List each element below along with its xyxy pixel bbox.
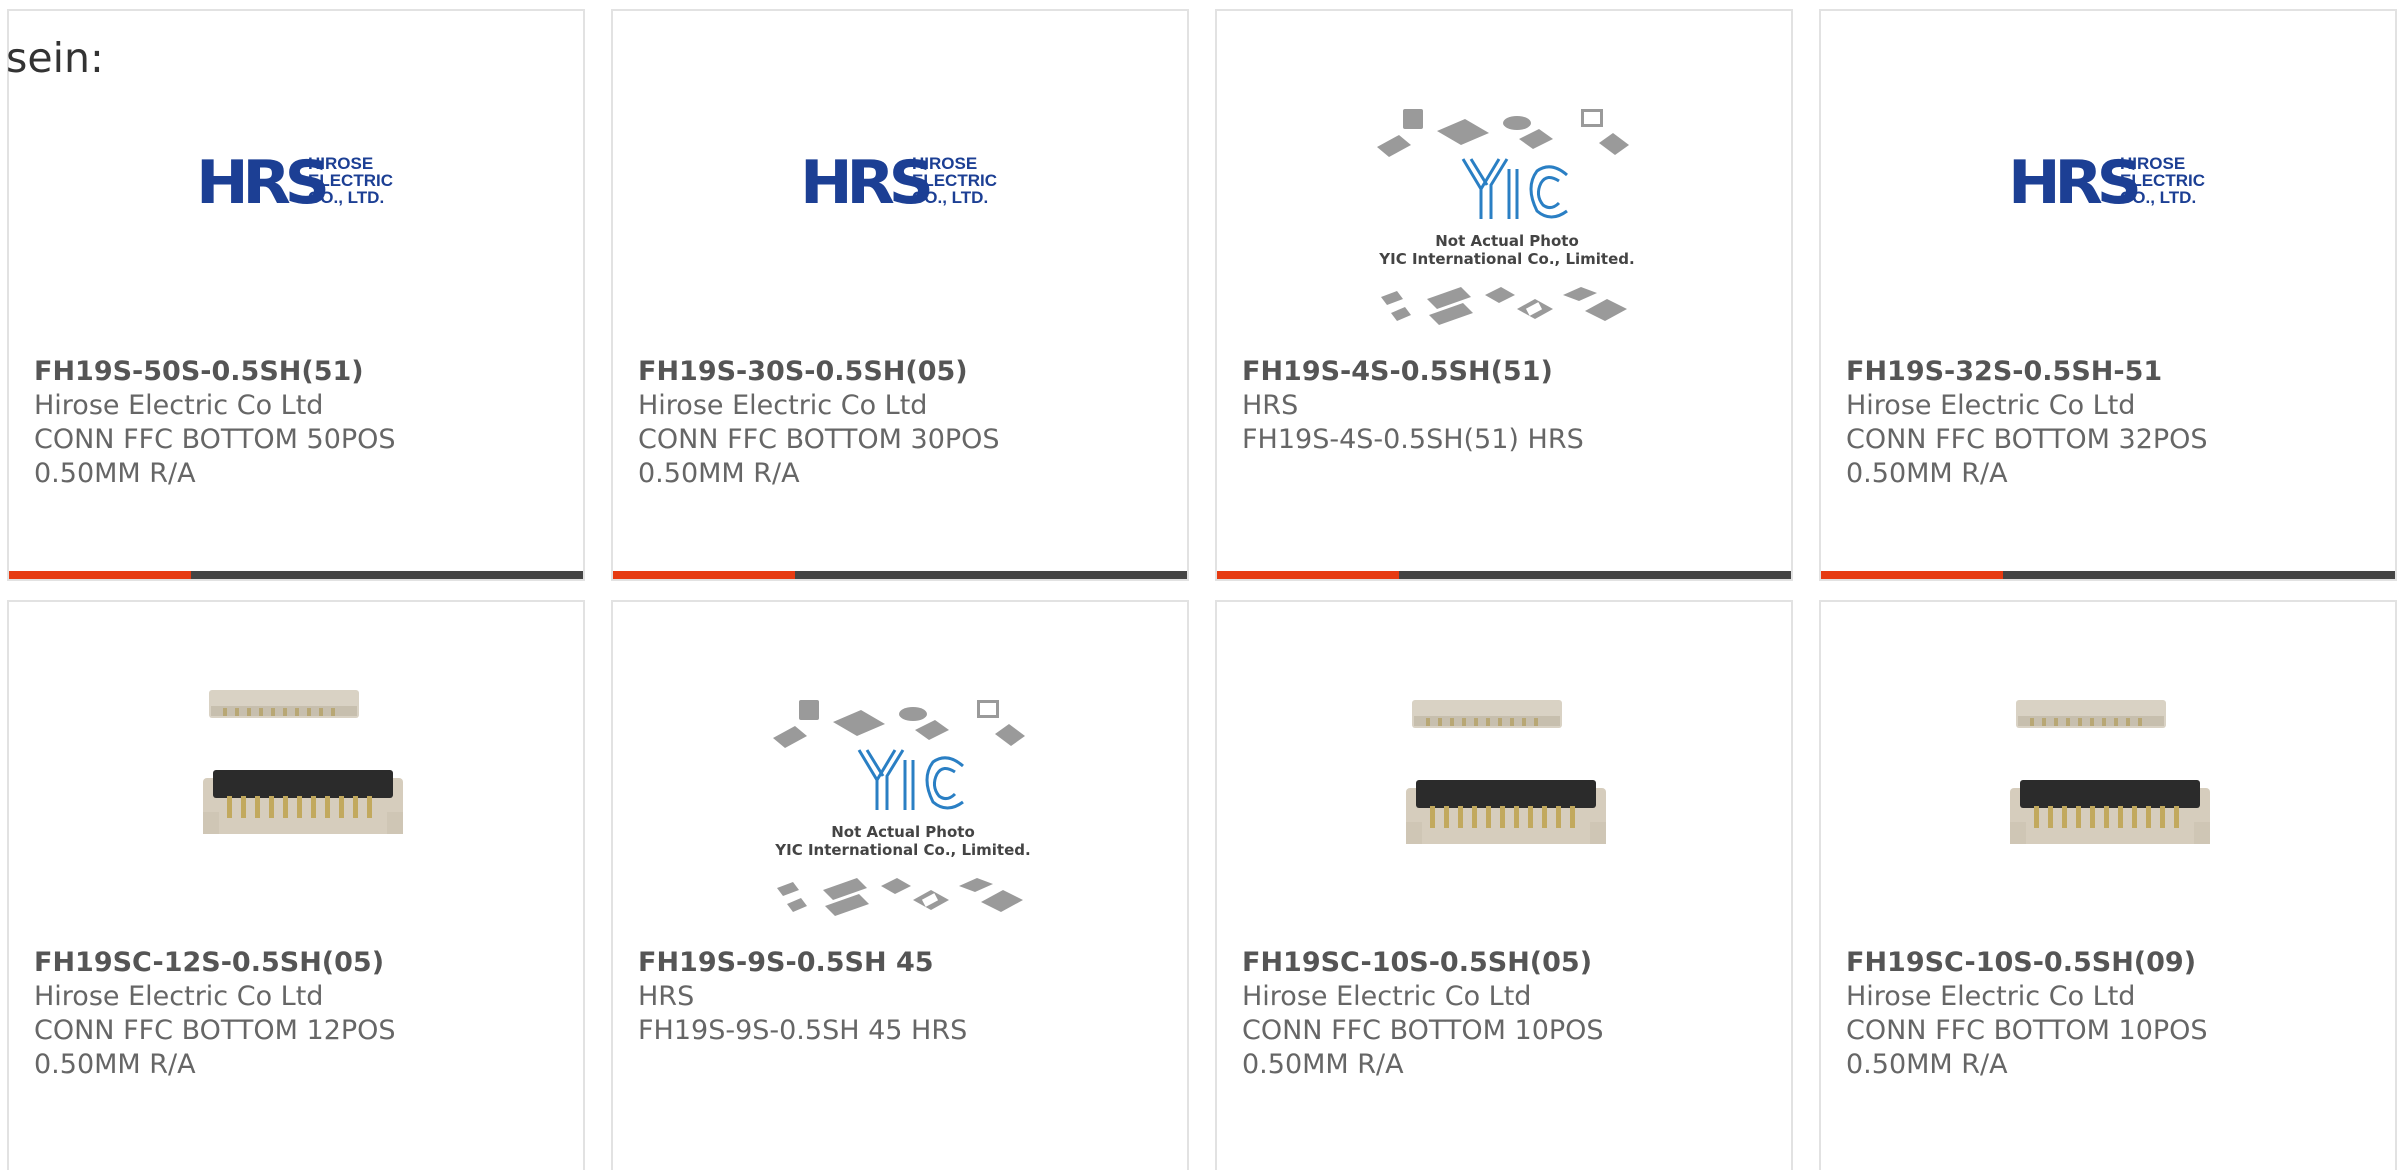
part-number[interactable]: FH19S-50S-0.5SH(51) [34, 355, 563, 389]
product-card[interactable]: FH19SC-12S-0.5SH(05) Hirose Electric Co … [7, 600, 585, 1170]
product-card[interactable]: HRS HIROSE ELECTRIC CO., LTD. FH19S-32S-… [1819, 9, 2397, 581]
description-cont: 0.50MM R/A [34, 458, 196, 489]
description-cont: 0.50MM R/A [1242, 1049, 1404, 1080]
hirose-logo: HRS HIROSE ELECTRIC CO., LTD. [800, 148, 997, 218]
svg-text:Not Actual Photo: Not Actual Photo [1435, 232, 1579, 250]
svg-text:YIC International Co., Limited: YIC International Co., Limited. [774, 841, 1030, 859]
product-image[interactable]: HRS HIROSE ELECTRIC CO., LTD. [1821, 11, 2395, 351]
product-info: FH19SC-10S-0.5SH(09) Hirose Electric Co … [1846, 946, 2375, 1082]
connector-photo [203, 690, 403, 834]
card-accent-bar [1821, 571, 2395, 579]
manufacturer: Hirose Electric Co Ltd [34, 390, 324, 421]
product-card[interactable]: HRS HIROSE ELECTRIC CO., LTD. FH19S-50S-… [7, 9, 585, 581]
description-cont: 0.50MM R/A [638, 458, 800, 489]
description: CONN FFC BOTTOM 10POS [1846, 1015, 2208, 1046]
part-number[interactable]: FH19S-30S-0.5SH(05) [638, 355, 1167, 389]
manufacturer: Hirose Electric Co Ltd [1846, 981, 2136, 1012]
product-image[interactable] [9, 602, 583, 942]
product-card[interactable]: FH19SC-10S-0.5SH(09) Hirose Electric Co … [1819, 600, 2397, 1170]
product-card[interactable]: HRS HIROSE ELECTRIC CO., LTD. FH19S-30S-… [611, 9, 1189, 581]
description: CONN FFC BOTTOM 32POS [1846, 424, 2208, 455]
description: FH19S-9S-0.5SH 45 HRS [638, 1015, 968, 1046]
product-image[interactable]: Not Actual Photo YIC International Co., … [1217, 11, 1791, 351]
part-number[interactable]: FH19SC-12S-0.5SH(05) [34, 946, 563, 980]
yic-placeholder-image: Not Actual Photo YIC International Co., … [1377, 109, 1635, 325]
description-cont: 0.50MM R/A [1846, 458, 2008, 489]
product-info: FH19S-50S-0.5SH(51) Hirose Electric Co L… [34, 355, 563, 491]
part-number[interactable]: FH19SC-10S-0.5SH(05) [1242, 946, 1771, 980]
product-image[interactable] [1217, 602, 1791, 942]
connector-photo [2010, 700, 2210, 844]
card-accent-bar [613, 571, 1187, 579]
part-number[interactable]: FH19S-32S-0.5SH-51 [1846, 355, 2375, 389]
description: FH19S-4S-0.5SH(51) HRS [1242, 424, 1584, 455]
description: CONN FFC BOTTOM 50POS [34, 424, 396, 455]
description: CONN FFC BOTTOM 10POS [1242, 1015, 1604, 1046]
manufacturer: HRS [1242, 390, 1299, 421]
product-info: FH19S-4S-0.5SH(51) HRS FH19S-4S-0.5SH(51… [1242, 355, 1771, 457]
product-image[interactable]: Not Actual Photo YIC International Co., … [613, 602, 1187, 942]
hirose-logo: HRS HIROSE ELECTRIC CO., LTD. [196, 148, 393, 218]
part-number[interactable]: FH19S-9S-0.5SH 45 [638, 946, 1167, 980]
product-info: FH19S-32S-0.5SH-51 Hirose Electric Co Lt… [1846, 355, 2375, 491]
product-info: FH19S-9S-0.5SH 45 HRS FH19S-9S-0.5SH 45 … [638, 946, 1167, 1048]
description: CONN FFC BOTTOM 12POS [34, 1015, 396, 1046]
card-accent-bar [9, 571, 583, 579]
part-number[interactable]: FH19SC-10S-0.5SH(09) [1846, 946, 2375, 980]
yic-placeholder-image: Not Actual Photo YIC International Co., … [773, 700, 1031, 916]
description: CONN FFC BOTTOM 30POS [638, 424, 1000, 455]
lead-text: sein: [6, 34, 104, 82]
product-image[interactable]: HRS HIROSE ELECTRIC CO., LTD. [613, 11, 1187, 351]
manufacturer: Hirose Electric Co Ltd [34, 981, 324, 1012]
svg-text:YIC International Co., Limited: YIC International Co., Limited. [1378, 250, 1634, 268]
description-cont: 0.50MM R/A [1846, 1049, 2008, 1080]
card-accent-bar [1217, 571, 1791, 579]
product-info: FH19S-30S-0.5SH(05) Hirose Electric Co L… [638, 355, 1167, 491]
part-number[interactable]: FH19S-4S-0.5SH(51) [1242, 355, 1771, 389]
manufacturer: Hirose Electric Co Ltd [1846, 390, 2136, 421]
svg-text:Not Actual Photo: Not Actual Photo [831, 823, 975, 841]
product-info: FH19SC-12S-0.5SH(05) Hirose Electric Co … [34, 946, 563, 1082]
product-card[interactable]: Not Actual Photo YIC International Co., … [611, 600, 1189, 1170]
product-card[interactable]: FH19SC-10S-0.5SH(05) Hirose Electric Co … [1215, 600, 1793, 1170]
manufacturer: Hirose Electric Co Ltd [638, 390, 928, 421]
description-cont: 0.50MM R/A [34, 1049, 196, 1080]
hirose-logo: HRS HIROSE ELECTRIC CO., LTD. [2008, 148, 2205, 218]
product-card[interactable]: Not Actual Photo YIC International Co., … [1215, 9, 1793, 581]
product-info: FH19SC-10S-0.5SH(05) Hirose Electric Co … [1242, 946, 1771, 1082]
manufacturer: Hirose Electric Co Ltd [1242, 981, 1532, 1012]
connector-photo [1406, 700, 1606, 844]
product-image[interactable] [1821, 602, 2395, 942]
manufacturer: HRS [638, 981, 695, 1012]
